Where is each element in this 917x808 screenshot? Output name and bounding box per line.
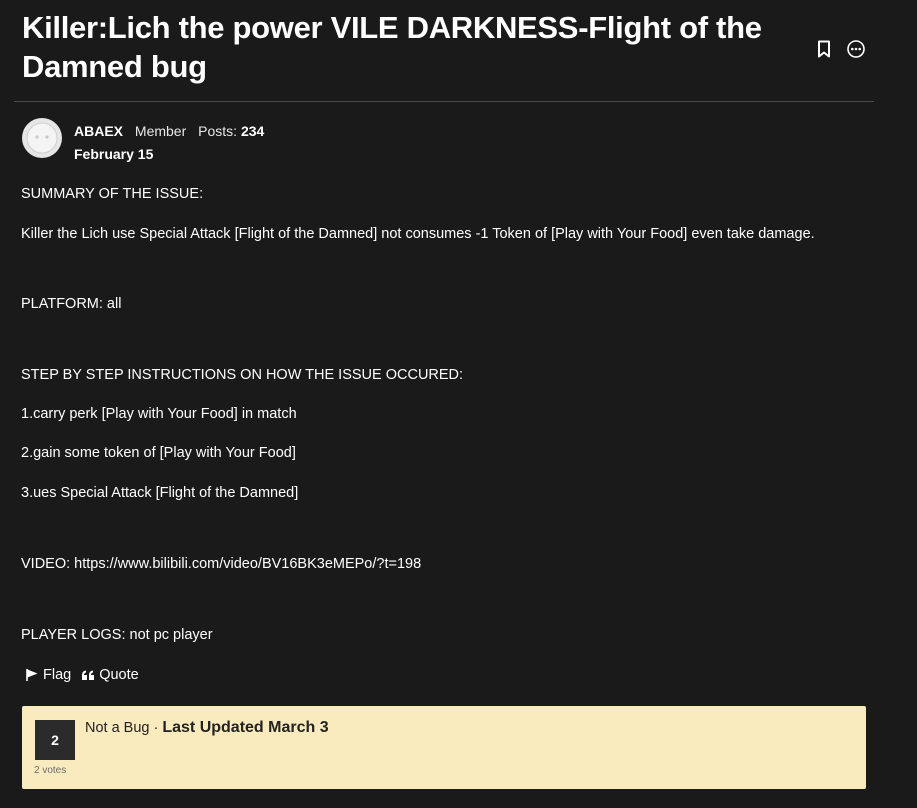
post-video: VIDEO: https://www.bilibili.com/video/BV… [21,556,422,572]
quote-icon [82,670,95,680]
post-steps-heading: STEP BY STEP INSTRUCTIONS ON HOW THE ISS… [21,367,464,383]
flag-icon [26,669,38,681]
author-name[interactable]: ABAEX [74,123,123,139]
header-divider [14,101,874,102]
thread-title: Killer:Lich the power VILE DARKNESS-Flig… [22,10,762,84]
post-platform: PLATFORM: all [21,296,122,312]
flag-button[interactable]: Flag [25,667,71,683]
avatar[interactable] [22,118,62,158]
vote-count-label: 2 votes [34,765,67,776]
post-date[interactable]: February 15 [74,146,153,162]
post-player-logs: PLAYER LOGS: not pc player [21,627,213,643]
author-meta: ABAEX Member Posts: 234 [74,123,264,139]
author-role: Member [134,123,187,139]
status-line: Not a Bug · Last Updated March 3 [85,719,329,737]
header-actions [814,39,866,59]
quote-button[interactable]: Quote [81,667,139,683]
flag-label: Flag [43,667,72,683]
page: Killer:Lich the power VILE DARKNESS-Flig… [0,0,917,808]
quote-label: Quote [99,667,139,683]
author-posts-label: Posts: [198,123,238,139]
post-summary-heading: SUMMARY OF THE ISSUE: [21,186,204,202]
avatar-face-icon [26,122,58,154]
post-actions: Flag Quote [25,667,149,683]
vote-count-button[interactable]: 2 [35,720,75,760]
status-state: Not a Bug [85,720,150,736]
post-step-1: 1.carry perk [Play with Your Food] in ma… [21,406,297,422]
bookmark-icon[interactable] [814,39,834,59]
post-summary-text: Killer the Lich use Special Attack [Flig… [21,226,815,242]
post-step-3: 3.ues Special Attack [Flight of the Damn… [21,485,299,501]
author-post-count: 234 [240,123,265,139]
status-panel: 2 2 votes Not a Bug · Last Updated March 3 [22,706,866,789]
more-options-icon[interactable] [846,39,866,59]
status-separator: · [153,720,159,736]
status-last-updated: Last Updated March 3 [162,719,329,736]
post-step-2: 2.gain some token of [Play with Your Foo… [21,445,296,461]
